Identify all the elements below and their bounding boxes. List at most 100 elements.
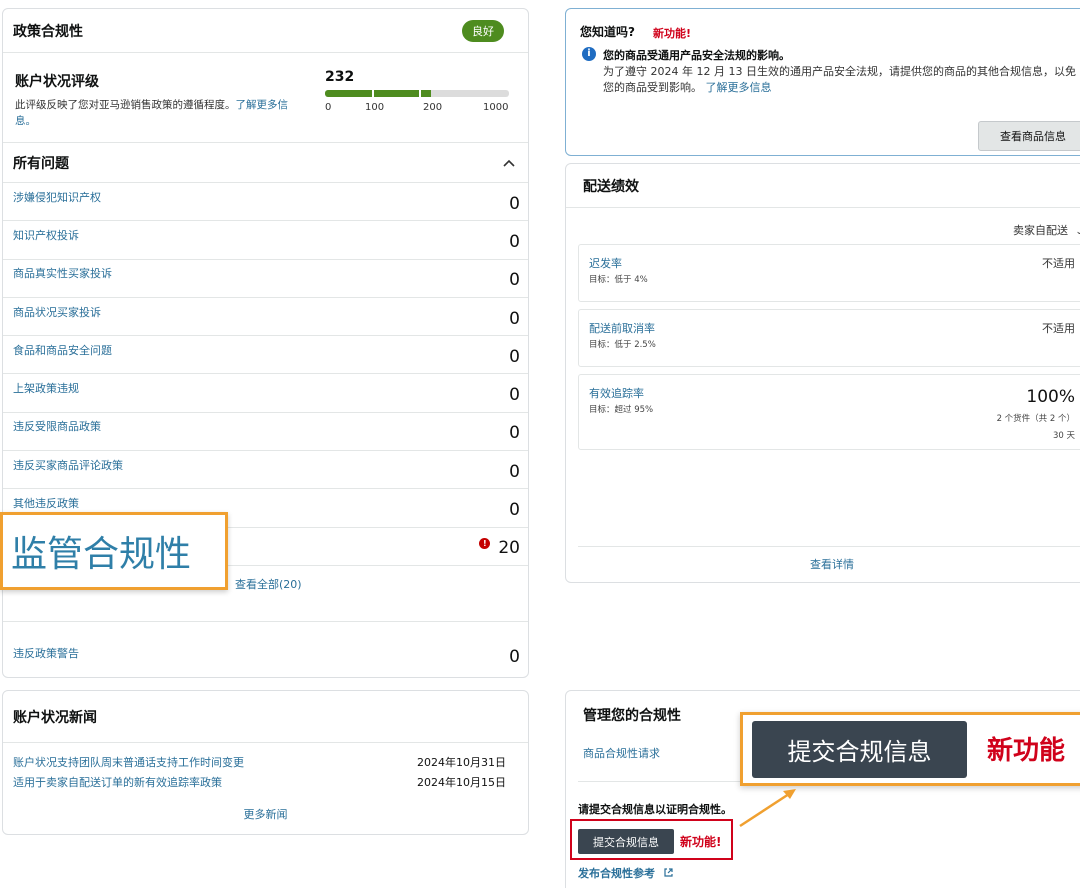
- issue-row[interactable]: 知识产权投诉 0: [3, 221, 528, 260]
- issue-row[interactable]: 违反受限商品政策 0: [3, 413, 528, 452]
- compliance-request-link[interactable]: 商品合规性请求: [583, 745, 660, 761]
- view-details-link[interactable]: 查看详情: [810, 558, 854, 571]
- metric-value: 不适用: [1042, 257, 1075, 270]
- tick-label: 100: [365, 102, 385, 113]
- score-bar: [325, 90, 509, 97]
- manage-title: 管理您的合规性: [583, 708, 681, 724]
- health-title: 账户状况评级: [15, 74, 99, 90]
- news-item-title[interactable]: 账户状况支持团队周末普通话支持工作时间变更: [13, 754, 244, 774]
- shipping-title: 配送绩效: [583, 178, 639, 195]
- health-description-text: 此评级反映了您对亚马逊销售政策的遵循程度。: [15, 99, 236, 111]
- issue-label[interactable]: 涉嫌侵犯知识产权: [13, 189, 101, 205]
- submit-compliance-callout: 提交合规信息 新功能: [740, 712, 1080, 786]
- news-item-date: 2024年10月15日: [417, 776, 506, 789]
- issue-count-value: 20: [498, 538, 520, 559]
- gpsr-body-text: 为了遵守 2024 年 12 月 13 日生效的通用产品安全法规，请提供您的商品…: [603, 65, 1076, 94]
- metric-label[interactable]: 迟发率: [589, 255, 622, 271]
- divider: [578, 781, 748, 782]
- issue-label[interactable]: 商品状况买家投诉: [13, 304, 101, 320]
- tick-label: 1000: [483, 102, 509, 113]
- issue-label[interactable]: 知识产权投诉: [13, 227, 79, 243]
- new-feature-badge: 新功能!: [680, 835, 722, 849]
- metric-subtext: 2 个货件（共 2 个）: [996, 414, 1075, 424]
- all-issues-header[interactable]: 所有问题: [3, 143, 528, 183]
- gpsr-learn-more-link[interactable]: 了解更多信息: [706, 81, 772, 94]
- metric-cancellation: 配送前取消率 目标：低于 2.5% 不适用: [578, 309, 1080, 367]
- score-bar-divider: [419, 90, 421, 97]
- metric-value: 100%: [1026, 387, 1075, 407]
- violation-warning-label[interactable]: 违反政策警告: [13, 645, 79, 661]
- new-feature-callout-label: 新功能: [987, 736, 1066, 766]
- score-bar-fill-2: [373, 90, 420, 97]
- submit-prompt: 请提交合规信息以证明合规性。: [578, 803, 732, 816]
- metric-period: 30 天: [1052, 431, 1075, 441]
- submit-compliance-button[interactable]: 提交合规信息: [578, 829, 674, 854]
- news-item[interactable]: 适用于卖家自配送订单的新有效追踪率政策 2024年10月15日: [3, 774, 528, 794]
- issue-row[interactable]: 食品和商品安全问题 0: [3, 336, 528, 375]
- account-health-rating: 账户状况评级 此评级反映了您对亚马逊销售政策的遵循程度。了解更多信息。 232 …: [3, 53, 528, 143]
- info-icon: i: [582, 47, 596, 61]
- metric-label[interactable]: 有效追踪率: [589, 385, 644, 401]
- violation-warning-count: 0: [509, 646, 520, 667]
- chevron-up-icon[interactable]: [502, 158, 516, 168]
- view-all-link[interactable]: 查看全部(20): [235, 576, 302, 592]
- issue-count: 0: [509, 423, 520, 444]
- issue-label[interactable]: 食品和商品安全问题: [13, 342, 112, 358]
- score-tick-labels: 0 100 200 1000: [325, 102, 509, 116]
- issue-count: 0: [509, 500, 520, 521]
- metric-value: 不适用: [1042, 322, 1075, 335]
- gpsr-body: 为了遵守 2024 年 12 月 13 日生效的通用产品安全法规，请提供您的商品…: [603, 64, 1080, 96]
- more-news-row: 更多新闻: [3, 806, 528, 822]
- health-score: 232: [325, 69, 355, 85]
- score-bar-fill-3: [420, 90, 431, 97]
- score-bar-divider: [372, 90, 374, 97]
- issue-count: 0: [509, 346, 520, 367]
- issue-label[interactable]: 其他违反政策: [13, 495, 79, 511]
- issue-count: ! 20: [479, 538, 520, 558]
- news-item[interactable]: 账户状况支持团队周末普通话支持工作时间变更 2024年10月31日: [3, 754, 528, 774]
- issue-row[interactable]: 违反买家商品评论政策 0: [3, 451, 528, 490]
- did-you-know-card: 您知道吗? 新功能! i 您的商品受通用产品安全法规的影响。 为了遵守 2024…: [565, 8, 1080, 156]
- policy-violation-warning-row[interactable]: 违反政策警告 0: [3, 622, 528, 684]
- did-you-know-title: 您知道吗?: [580, 25, 635, 39]
- tick-label: 200: [423, 102, 443, 113]
- news-header: 账户状况新闻: [3, 691, 528, 743]
- metric-target: 目标：超过 95%: [589, 405, 654, 415]
- issue-count: 0: [509, 308, 520, 329]
- issue-row[interactable]: 涉嫌侵犯知识产权 0: [3, 183, 528, 222]
- score-bar-fill-1: [325, 90, 373, 97]
- view-product-info-button[interactable]: 查看商品信息: [978, 121, 1080, 151]
- compliance-reference-link[interactable]: 发布合规性参考: [578, 865, 674, 881]
- issue-row[interactable]: 上架政策违规 0: [3, 374, 528, 413]
- tick-label: 0: [325, 102, 332, 113]
- news-item-title[interactable]: 适用于卖家自配送订单的新有效追踪率政策: [13, 774, 222, 794]
- news-list: 账户状况支持团队周末普通话支持工作时间变更 2024年10月31日 适用于卖家自…: [3, 743, 528, 794]
- metric-label[interactable]: 配送前取消率: [589, 320, 655, 336]
- shipping-performance-card: 配送绩效 卖家自配送 ⌄ 迟发率 目标：低于 4% 不适用 配送前取消率 目标：…: [565, 163, 1080, 583]
- status-badge: 良好: [462, 19, 504, 42]
- gpsr-headline: 您的商品受通用产品安全法规的影响。: [603, 49, 790, 62]
- account-health-news-card: 账户状况新闻 账户状况支持团队周末普通话支持工作时间变更 2024年10月31日…: [2, 690, 529, 835]
- issue-label[interactable]: 违反受限商品政策: [13, 418, 101, 434]
- metric-late-dispatch: 迟发率 目标：低于 4% 不适用: [578, 244, 1080, 302]
- news-title: 账户状况新闻: [13, 709, 97, 726]
- issue-row[interactable]: 商品状况买家投诉 0: [3, 298, 528, 337]
- fulfillment-filter-label: 卖家自配送: [1012, 224, 1068, 237]
- view-details-row: 查看详情: [566, 556, 1080, 572]
- news-item-date: 2024年10月31日: [417, 756, 506, 769]
- health-description: 此评级反映了您对亚马逊销售政策的遵循程度。了解更多信息。: [15, 97, 300, 129]
- compliance-reference-label: 发布合规性参考: [578, 867, 655, 880]
- issue-count: 0: [509, 270, 520, 291]
- issue-label[interactable]: 上架政策违规: [13, 380, 79, 396]
- metric-valid-tracking: 有效追踪率 目标：超过 95% 100% 2 个货件（共 2 个） 30 天: [578, 374, 1080, 450]
- fulfillment-filter-dropdown[interactable]: 卖家自配送 ⌄: [1013, 222, 1080, 238]
- issue-count: 0: [509, 461, 520, 482]
- issue-label[interactable]: 违反买家商品评论政策: [13, 457, 123, 473]
- issue-row[interactable]: 商品真实性买家投诉 0: [3, 260, 528, 298]
- shipping-header: 配送绩效: [566, 164, 1080, 208]
- divider: [578, 546, 1080, 547]
- issue-label[interactable]: 商品真实性买家投诉: [13, 265, 112, 281]
- more-news-link[interactable]: 更多新闻: [244, 808, 288, 821]
- submit-compliance-callout-button: 提交合规信息: [752, 721, 967, 778]
- metric-target: 目标：低于 4%: [589, 275, 648, 285]
